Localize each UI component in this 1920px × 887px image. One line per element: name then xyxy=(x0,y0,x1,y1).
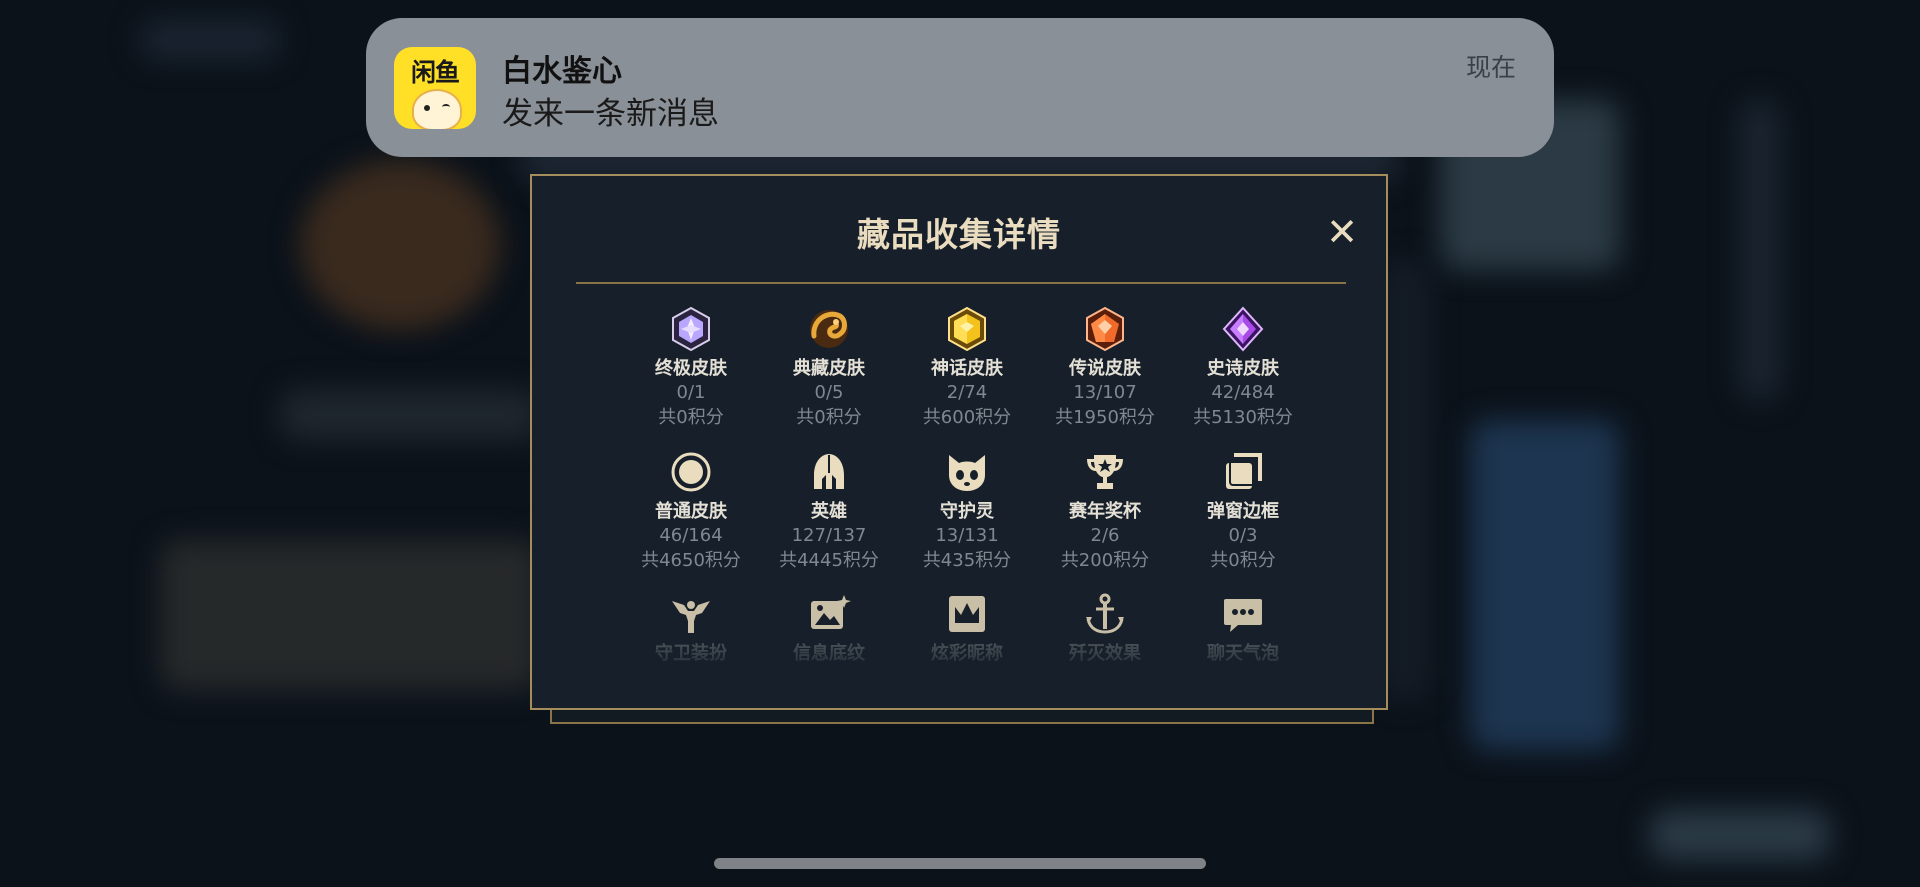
collection-item-name: 普通皮肤 xyxy=(655,501,727,522)
collection-item-name: 神话皮肤 xyxy=(931,358,1003,379)
collection-item-name: 典藏皮肤 xyxy=(793,358,865,379)
collection-item[interactable]: 弹窗边框 0/3 共0积分 xyxy=(1174,449,1312,573)
collection-item-count: 42/484 xyxy=(1211,382,1275,403)
collection-item-count: 127/137 xyxy=(791,525,867,546)
helmet-icon xyxy=(806,449,852,495)
collection-item-count: 0/5 xyxy=(814,382,844,403)
collection-item-name: 英雄 xyxy=(811,501,847,522)
collection-item-points: 共200积分 xyxy=(1060,550,1150,571)
collection-item-points: 共0积分 xyxy=(658,407,724,428)
trophy-icon xyxy=(1082,449,1128,495)
collection-item-points: 共0积分 xyxy=(1210,550,1276,571)
title-divider xyxy=(576,282,1346,284)
collection-item-points: 共4445积分 xyxy=(779,550,879,571)
collection-item-points: 共600积分 xyxy=(922,407,1012,428)
collection-details-dialog: 藏品收集详情 ✕ 终极皮肤 0/1 共0积分 典藏皮肤 0/5 共0积分 神话皮肤 2/74 共… xyxy=(530,174,1388,710)
collection-item-count: 0/1 xyxy=(676,382,706,403)
notification-banner[interactable]: 闲鱼 白水鉴心 发来一条新消息 现在 xyxy=(366,18,1554,157)
collection-item-points: 共5130积分 xyxy=(1193,407,1293,428)
mythic-skin-icon xyxy=(944,306,990,352)
collection-item[interactable]: 典藏皮肤 0/5 共0积分 xyxy=(760,306,898,430)
collection-item-name: 守护灵 xyxy=(940,501,994,522)
guardian-icon xyxy=(944,449,990,495)
collection-item-count: 46/164 xyxy=(659,525,723,546)
normal-skin-icon xyxy=(668,449,714,495)
ultimate-skin-icon xyxy=(668,306,714,352)
collection-skin-icon xyxy=(806,306,852,352)
side-id-text: 13852441 xyxy=(0,410,2,474)
frame-icon xyxy=(1220,449,1266,495)
collection-item-name: 赛年奖杯 xyxy=(1069,501,1141,522)
collection-item-count: 13/107 xyxy=(1073,382,1137,403)
app-mascot xyxy=(412,89,462,129)
collection-item[interactable]: 普通皮肤 46/164 共4650积分 xyxy=(622,449,760,573)
collection-item-count: 2/6 xyxy=(1090,525,1120,546)
epic-skin-icon xyxy=(1220,306,1266,352)
legendary-skin-icon xyxy=(1082,306,1128,352)
collection-item-name: 史诗皮肤 xyxy=(1207,358,1279,379)
app-icon-logo: 闲鱼 xyxy=(410,58,460,87)
collection-item-count: 0/3 xyxy=(1228,525,1258,546)
collection-item[interactable]: 神话皮肤 2/74 共600积分 xyxy=(898,306,1036,430)
collection-item-name: 传说皮肤 xyxy=(1069,358,1141,379)
dialog-title: 藏品收集详情 xyxy=(857,215,1061,254)
collection-item-name: 终极皮肤 xyxy=(655,358,727,379)
notification-title: 白水鉴心 xyxy=(502,54,622,89)
app-icon: 闲鱼 xyxy=(394,47,476,129)
home-indicator[interactable] xyxy=(714,858,1206,869)
scroll-fade xyxy=(534,631,1384,671)
collection-item[interactable]: 守护灵 13/131 共435积分 xyxy=(898,449,1036,573)
close-button[interactable]: ✕ xyxy=(1322,212,1362,252)
collection-item[interactable]: 史诗皮肤 42/484 共5130积分 xyxy=(1174,306,1312,430)
collection-item-points: 共0积分 xyxy=(796,407,862,428)
collection-item-points: 共435积分 xyxy=(922,550,1012,571)
notification-time: 现在 xyxy=(1465,53,1516,82)
collection-item-count: 13/131 xyxy=(935,525,999,546)
collection-item-count: 2/74 xyxy=(946,382,988,403)
collection-item-points: 共4650积分 xyxy=(641,550,741,571)
collection-item-points: 共1950积分 xyxy=(1055,407,1155,428)
collection-item-name: 弹窗边框 xyxy=(1207,501,1279,522)
collection-item[interactable]: 传说皮肤 13/107 共1950积分 xyxy=(1036,306,1174,430)
collection-item[interactable]: 终极皮肤 0/1 共0积分 xyxy=(622,306,760,430)
collection-item[interactable]: 赛年奖杯 2/6 共200积分 xyxy=(1036,449,1174,573)
collection-item[interactable]: 英雄 127/137 共4445积分 xyxy=(760,449,898,573)
notification-body: 发来一条新消息 xyxy=(502,96,719,132)
